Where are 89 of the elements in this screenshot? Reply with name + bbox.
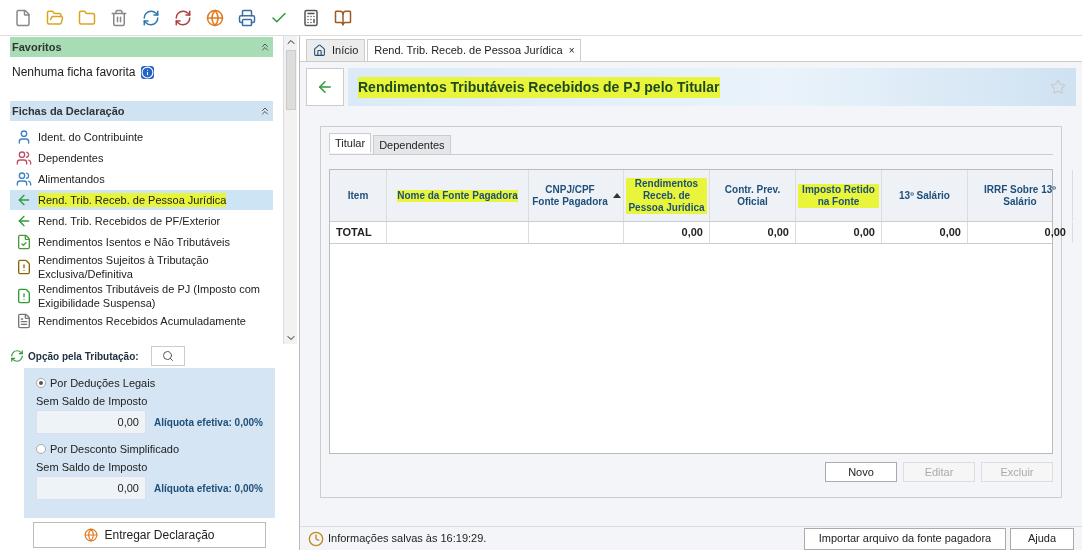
person-icon [16, 129, 32, 145]
table-cell: 0,00 [968, 222, 1073, 243]
section-title: Favoritos [12, 39, 62, 55]
sidebar-item[interactable]: Dependentes [10, 148, 273, 168]
column-label: CNPJ/CPF Fonte Pagadora [531, 183, 609, 208]
sidebar-item[interactable]: Rendimentos Isentos e Não Tributáveis [10, 232, 273, 252]
page-title: Rendimentos Tributáveis Recebidos de PJ pelo Titular [358, 76, 720, 98]
column-label: Imposto Retido na Fonte [798, 183, 879, 208]
action-button[interactable]: Novo [825, 462, 897, 482]
column-header[interactable]: Contr. Prev. Oficial [710, 170, 796, 221]
arrows-icon [10, 349, 24, 363]
sidebar-item[interactable]: Ident. do Contribuinte [10, 127, 273, 147]
footer-button[interactable]: Ajuda [1010, 527, 1074, 550]
sidebar-item[interactable]: Rendimentos Sujeitos à Tributação Exclusiva/Definitiva [10, 253, 273, 281]
sidebar-item[interactable]: Rendimentos Tributáveis de PJ (Imposto com Exigibilidade Suspensa) [10, 282, 273, 310]
arrow-icon [16, 192, 32, 208]
aliquota-text: Alíquota efetiva: 0,00% [154, 415, 263, 430]
sidebar-item[interactable]: Rendimentos Recebidos Acumuladamente [10, 311, 273, 331]
section-title: Opção pela Tributação: [28, 349, 139, 364]
balance-caption: Sem Saldo de Imposto [36, 460, 149, 475]
submit-button[interactable]: Entregar Declaração [33, 522, 266, 548]
radio-button[interactable] [36, 378, 46, 388]
value-field[interactable]: 0,00 [36, 410, 146, 434]
calculator-icon[interactable] [302, 8, 320, 27]
scrollbar[interactable] [283, 36, 297, 344]
table-cell: 0,00 [624, 222, 710, 243]
table-cell: 0,00 [710, 222, 796, 243]
column-label: Rendimentos Receb. de Pessoa Jurídica [626, 177, 707, 214]
column-label: Contr. Prev. Oficial [723, 183, 782, 208]
clock-icon [308, 530, 324, 547]
people-icon [16, 150, 32, 166]
file-icon[interactable] [14, 8, 32, 27]
status-text: Informações salvas às 16:19:29. [328, 531, 487, 547]
footer-button[interactable]: Importar arquivo da fonte pagadora [804, 527, 1006, 550]
arrow-icon [16, 213, 32, 229]
document-icon [16, 313, 32, 329]
section-title: Fichas da Declaração [12, 103, 125, 119]
column-header[interactable]: Rendimentos Receb. de Pessoa Jurídica [624, 170, 710, 221]
document-warning-icon [16, 259, 32, 275]
radio-label[interactable]: Por Deduções Legais [50, 374, 156, 392]
balance-caption: Sem Saldo de Imposto [36, 394, 149, 409]
trash-icon[interactable] [110, 8, 128, 27]
collapse-icon[interactable] [259, 41, 271, 53]
close-icon[interactable]: × [568, 43, 575, 58]
document-warning-icon [16, 288, 32, 304]
globe-icon [84, 528, 99, 542]
tab[interactable]: Dependentes [373, 135, 451, 155]
globe-icon[interactable] [206, 8, 224, 27]
empty-favorites-text: Nenhuma ficha favorita [12, 64, 136, 81]
scrollbar-thumb[interactable] [285, 50, 296, 110]
folder-icon[interactable] [78, 8, 96, 27]
table-cell: 0,00 [796, 222, 882, 243]
section-header[interactable]: Favoritos [10, 37, 273, 57]
table-cell: 0,00 [882, 222, 968, 243]
column-header[interactable]: CNPJ/CPF Fonte Pagadora [529, 170, 624, 221]
radio-label[interactable]: Por Desconto Simplificado [50, 440, 179, 458]
people-icon [16, 171, 32, 187]
star-icon[interactable] [1050, 79, 1066, 95]
column-label: Nome da Fonte Pagadora [397, 189, 518, 202]
column-label: IRRF Sobre 13º Salário [983, 183, 1057, 208]
home-icon [313, 44, 326, 57]
refresh-icon[interactable] [174, 8, 192, 27]
aliquota-text: Alíquota efetiva: 0,00% [154, 481, 263, 496]
printer-icon[interactable] [238, 8, 256, 27]
info-icon [141, 65, 155, 79]
column-header[interactable]: IRRF Sobre 13º Salário [968, 170, 1073, 221]
column-header[interactable]: Nome da Fonte Pagadora [387, 170, 529, 221]
column-header[interactable]: Imposto Retido na Fonte [796, 170, 882, 221]
search-icon [161, 350, 174, 362]
radio-button[interactable] [36, 444, 46, 454]
folder-icon[interactable] [46, 8, 64, 27]
table-cell: TOTAL [330, 222, 387, 243]
tab[interactable]: Rend. Trib. Receb. de Pessoa Jurídica × [367, 39, 582, 61]
column-header[interactable]: 13º Salário [882, 170, 968, 221]
column-label: 13º Salário [899, 189, 950, 202]
back-button[interactable] [306, 68, 344, 106]
column-header[interactable]: Item [330, 170, 387, 221]
document-check-icon [16, 234, 32, 250]
search-button[interactable] [150, 346, 185, 366]
section-header[interactable]: Fichas da Declaração [10, 101, 273, 121]
sidebar-item[interactable]: Rend. Trib. Recebidos de PF/Exterior [10, 211, 273, 231]
refresh-icon[interactable] [142, 8, 160, 27]
tab[interactable]: Titular [329, 133, 372, 153]
book-icon[interactable] [334, 8, 352, 27]
tab[interactable]: Início [306, 39, 366, 61]
sidebar-item[interactable]: Alimentandos [10, 169, 273, 189]
value-field[interactable]: 0,00 [36, 476, 146, 500]
collapse-icon[interactable] [259, 105, 271, 117]
column-label: Item [347, 189, 369, 202]
